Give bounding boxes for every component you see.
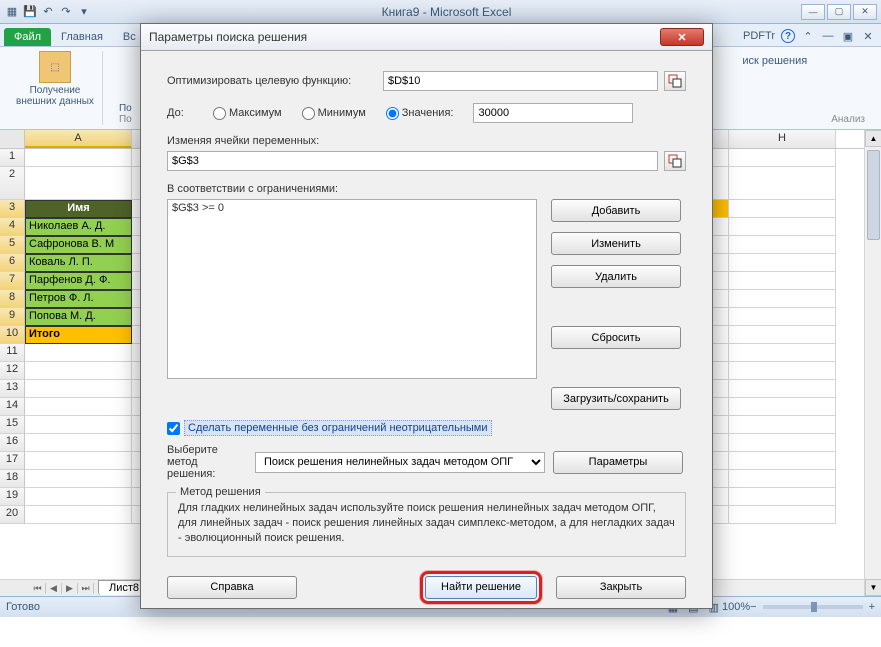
tab-home[interactable]: Главная	[51, 28, 113, 46]
help-icon[interactable]: ?	[781, 29, 795, 43]
sheet-minimize-icon[interactable]: —	[821, 29, 835, 43]
range-select-icon	[668, 74, 682, 88]
zoom-in-icon[interactable]: +	[869, 601, 875, 613]
radio-value[interactable]: Значения:	[386, 107, 454, 120]
status-ready: Готово	[6, 601, 40, 613]
col-header[interactable]: A	[25, 130, 132, 148]
quick-access-toolbar: ▦ 💾 ↶ ↷ ▾	[4, 4, 92, 20]
range-select-icon	[668, 154, 682, 168]
excel-icon: ▦	[4, 4, 20, 20]
window-title: Книга9 - Microsoft Excel	[92, 5, 801, 19]
get-external-data-button[interactable]: ⬚ Получение внешних данных	[16, 51, 94, 107]
title-bar: ▦ 💾 ↶ ↷ ▾ Книга9 - Microsoft Excel — ▢ ✕	[0, 0, 881, 24]
reset-button[interactable]: Сбросить	[551, 326, 681, 349]
constraints-label: В соответствии с ограничениями:	[167, 183, 686, 195]
col-header[interactable]: H	[729, 130, 836, 148]
zoom-out-icon[interactable]: −	[750, 601, 756, 613]
method-description: Для гладких нелинейных задач используйте…	[178, 501, 675, 546]
value-input[interactable]	[473, 103, 633, 123]
tab-pdf[interactable]: PDFTr	[743, 30, 775, 42]
sheet-restore-icon[interactable]: ▣	[841, 29, 855, 43]
change-button[interactable]: Изменить	[551, 232, 681, 255]
row-header[interactable]: 1	[0, 149, 25, 167]
variables-label: Изменяя ячейки переменных:	[167, 135, 686, 147]
row-header[interactable]: 2	[0, 167, 25, 200]
ribbon-group-external-data: ⬚ Получение внешних данных	[8, 51, 103, 125]
method-groupbox: Метод решения Для гладких нелинейных зад…	[167, 492, 686, 557]
undo-icon[interactable]: ↶	[40, 4, 56, 20]
sheet-last-icon[interactable]: ⏭	[78, 583, 94, 594]
zoom-level[interactable]: 100%	[722, 601, 750, 613]
objective-input[interactable]	[383, 71, 658, 91]
range-picker-button[interactable]	[664, 151, 686, 171]
close-button[interactable]: Закрыть	[556, 576, 686, 599]
delete-button[interactable]: Удалить	[551, 265, 681, 288]
ribbon-minimize-icon[interactable]: ⌃	[801, 29, 815, 43]
dialog-title: Параметры поиска решения	[149, 30, 660, 44]
dialog-body: Оптимизировать целевую функцию: До: Макс…	[141, 51, 712, 618]
objective-label: Оптимизировать целевую функцию:	[167, 75, 377, 87]
close-button[interactable]: ✕	[853, 4, 877, 20]
save-icon[interactable]: 💾	[22, 4, 38, 20]
name-header[interactable]: Имя	[25, 200, 132, 218]
tab-file[interactable]: Файл	[4, 28, 51, 46]
group-legend: Метод решения	[176, 486, 265, 498]
parameters-button[interactable]: Параметры	[553, 451, 683, 474]
window-controls: — ▢ ✕	[801, 4, 877, 20]
ribbon-group-nav: По По	[111, 51, 141, 125]
scroll-thumb[interactable]	[867, 150, 880, 240]
maximize-button[interactable]: ▢	[827, 4, 851, 20]
dialog-close-button[interactable]: ✕	[660, 28, 704, 46]
get-data-label: Получение внешних данных	[16, 85, 94, 107]
sheet-tabs: ⏮ ◀ ▶ ⏭ Лист8	[0, 580, 150, 596]
scroll-down-icon[interactable]: ▼	[865, 579, 881, 596]
to-label: До:	[167, 107, 207, 119]
zoom-slider[interactable]	[763, 605, 863, 609]
radio-max[interactable]: Максимум	[213, 107, 282, 120]
solve-button[interactable]: Найти решение	[425, 576, 537, 599]
sheet-prev-icon[interactable]: ◀	[46, 583, 62, 594]
load-save-button[interactable]: Загрузить/сохранить	[551, 387, 681, 410]
dialog-titlebar[interactable]: Параметры поиска решения ✕	[141, 24, 712, 51]
minimize-button[interactable]: —	[801, 4, 825, 20]
add-button[interactable]: Добавить	[551, 199, 681, 222]
help-button[interactable]: Справка	[167, 576, 297, 599]
qat-more-icon[interactable]: ▾	[76, 4, 92, 20]
get-data-icon: ⬚	[39, 51, 71, 83]
redo-icon[interactable]: ↷	[58, 4, 74, 20]
cell[interactable]	[25, 149, 132, 167]
method-select[interactable]: Поиск решения нелинейных задач методом О…	[255, 452, 545, 473]
nonneg-checkbox[interactable]: Сделать переменные без ограничений неотр…	[167, 420, 686, 436]
select-all-corner[interactable]	[0, 130, 25, 149]
ribbon-right: PDFTr ? ⌃ — ▣ ✕	[743, 29, 875, 43]
solver-dialog: Параметры поиска решения ✕ Оптимизироват…	[140, 23, 713, 609]
vertical-scrollbar[interactable]: ▲ ▼	[864, 130, 881, 596]
radio-min[interactable]: Минимум	[302, 107, 366, 120]
range-picker-button[interactable]	[664, 71, 686, 91]
ribbon-group-analysis: Анализ	[823, 51, 873, 125]
sheet-close-icon[interactable]: ✕	[861, 29, 875, 43]
sheet-nav: ⏮ ◀ ▶ ⏭	[30, 583, 94, 594]
solve-highlight: Найти решение	[420, 571, 542, 604]
solver-label[interactable]: иск решения	[738, 51, 811, 71]
method-label: Выберите метод решения:	[167, 444, 247, 480]
constraint-item[interactable]: $G$3 >= 0	[172, 202, 532, 214]
sheet-first-icon[interactable]: ⏮	[30, 583, 46, 594]
constraints-listbox[interactable]: $G$3 >= 0	[167, 199, 537, 379]
variables-input[interactable]	[167, 151, 658, 171]
sheet-next-icon[interactable]: ▶	[62, 583, 78, 594]
scroll-up-icon[interactable]: ▲	[865, 130, 881, 147]
